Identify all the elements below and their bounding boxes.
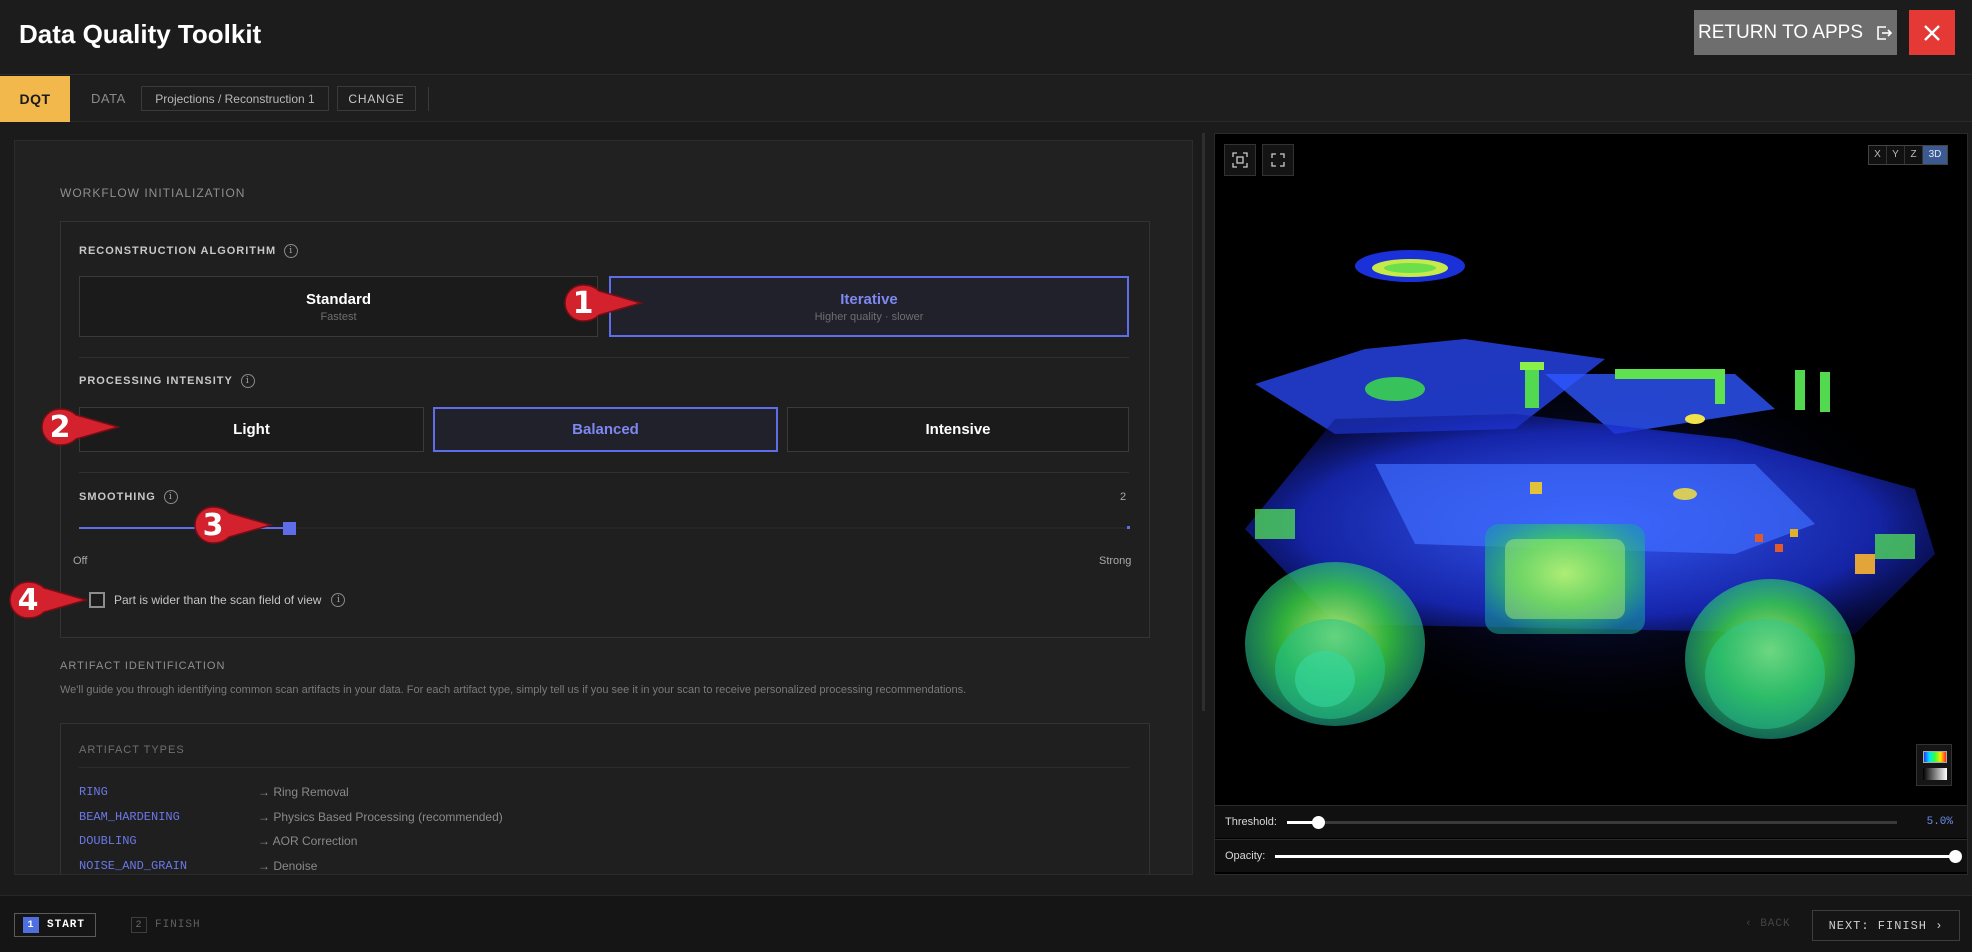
change-dataset-button[interactable]: CHANGE (337, 86, 416, 111)
back-button[interactable]: ‹ BACK (1745, 918, 1791, 930)
step-label: FINISH (155, 919, 201, 931)
artifact-action: → Ring Removal (258, 785, 349, 799)
opacity-slider-track[interactable] (1275, 855, 1955, 858)
algorithm-label-text: RECONSTRUCTION ALGORITHM (79, 245, 277, 257)
option-title: Intensive (925, 421, 991, 438)
tab-data[interactable]: DATA (91, 91, 126, 106)
wide-part-label-row: Part is wider than the scan field of vie… (114, 593, 346, 607)
marker-number: 2 (49, 409, 71, 445)
option-subtitle: Higher quality · slower (814, 310, 924, 323)
artifact-description: We'll guide you through identifying comm… (60, 684, 967, 696)
smoothing-label-text: SMOOTHING (79, 491, 156, 503)
threshold-control: Threshold: 5.0% (1215, 805, 1967, 838)
artifact-section-title: ARTIFACT IDENTIFICATION (60, 660, 226, 672)
intensity-option-light[interactable]: Light (79, 407, 424, 452)
smoothing-slider-handle[interactable] (283, 522, 296, 535)
option-title: Light (233, 421, 270, 438)
algorithm-label: RECONSTRUCTION ALGORITHM i (79, 244, 299, 258)
step-number: 1 (23, 917, 39, 933)
annotation-marker-3: 3 (193, 505, 273, 545)
close-button[interactable] (1909, 10, 1955, 55)
intensity-label: PROCESSING INTENSITY i (79, 374, 255, 388)
info-icon[interactable]: i (331, 593, 346, 607)
option-subtitle: Fastest (320, 310, 357, 323)
panel-splitter[interactable] (1202, 133, 1205, 711)
divider (79, 767, 1129, 768)
artifact-key: BEAM_HARDENING (79, 810, 180, 824)
app-header: Data Quality Toolkit RETURN TO APPS (0, 0, 1972, 75)
marker-number: 4 (17, 582, 39, 618)
opacity-control: Opacity: (1215, 839, 1967, 872)
algorithm-option-iterative[interactable]: Iterative Higher quality · slower (609, 276, 1129, 337)
info-icon[interactable]: i (240, 374, 255, 388)
artifact-action: → AOR Correction (258, 834, 358, 848)
smoothing-value: 2 (1120, 491, 1127, 503)
artifact-action: → Denoise (258, 859, 318, 873)
annotation-marker-2: 2 (40, 407, 120, 447)
smoothing-max-label: Strong (1099, 555, 1132, 567)
step-finish[interactable]: 2 FINISH (123, 913, 211, 937)
threshold-value: 5.0% (1926, 816, 1953, 828)
next-finish-button[interactable]: NEXT: FINISH › (1812, 910, 1960, 941)
volume-viewer[interactable]: X Y Z 3D Threshold: 5.0% Opacity: (1214, 133, 1968, 875)
step-start[interactable]: 1 START (14, 913, 97, 937)
info-icon[interactable]: i (163, 490, 178, 504)
artifact-action: → Physics Based Processing (recommended) (258, 810, 503, 824)
threshold-slider-handle[interactable] (1311, 816, 1325, 829)
artifact-key: DOUBLING (79, 834, 137, 848)
colormap-selector[interactable] (1916, 744, 1952, 786)
intensity-option-balanced[interactable]: Balanced (433, 407, 778, 452)
divider (79, 472, 1129, 473)
step-number: 2 (131, 917, 147, 933)
option-title: Standard (305, 290, 371, 308)
return-label: RETURN TO APPS (1697, 21, 1864, 43)
app-title: Data Quality Toolkit (19, 19, 262, 49)
intensity-option-intensive[interactable]: Intensive (787, 407, 1129, 452)
step-label: START (47, 919, 86, 931)
opacity-label: Opacity: (1225, 850, 1266, 862)
exit-icon (1877, 25, 1893, 40)
option-title: Iterative (840, 290, 898, 308)
smoothing-min-label: Off (73, 555, 88, 567)
grayscale-colormap-icon[interactable] (1923, 768, 1947, 780)
algorithm-option-standard[interactable]: Standard Fastest (79, 276, 598, 337)
intensity-label-text: PROCESSING INTENSITY (79, 375, 233, 387)
smoothing-label: SMOOTHING i (79, 490, 178, 504)
artifact-types-card: ARTIFACT TYPES RING → Ring Removal BEAM_… (60, 723, 1150, 874)
marker-number: 1 (572, 285, 594, 321)
smoothing-slider-end (1127, 526, 1130, 529)
rainbow-colormap-icon[interactable] (1923, 751, 1947, 763)
threshold-label: Threshold: (1225, 816, 1277, 828)
info-icon[interactable]: i (284, 244, 299, 258)
opacity-slider-handle[interactable] (1949, 850, 1962, 863)
wizard-footer: 1 START 2 FINISH ‹ BACK NEXT: FINISH › (0, 895, 1972, 952)
marker-number: 3 (202, 507, 224, 543)
divider (428, 87, 429, 111)
artifact-key: NOISE_AND_GRAIN (79, 859, 188, 873)
wide-part-label[interactable]: Part is wider than the scan field of vie… (114, 593, 321, 607)
close-icon (1924, 24, 1940, 41)
annotation-marker-1: 1 (563, 283, 643, 323)
artifact-key: RING (79, 785, 108, 799)
threshold-slider-track[interactable] (1287, 821, 1897, 824)
annotation-marker-4: 4 (8, 580, 88, 620)
volume-render[interactable] (1215, 134, 1968, 804)
wide-part-checkbox[interactable] (89, 592, 105, 608)
breadcrumb: DQT DATA Projections / Reconstruction 1 … (0, 76, 1972, 122)
workflow-section-title: WORKFLOW INITIALIZATION (60, 186, 246, 200)
artifact-types-title: ARTIFACT TYPES (79, 744, 185, 756)
workflow-panel[interactable]: WORKFLOW INITIALIZATION RECONSTRUCTION A… (14, 140, 1193, 875)
option-title: Balanced (572, 421, 639, 438)
tab-dqt[interactable]: DQT (0, 76, 70, 122)
return-to-apps-button[interactable]: RETURN TO APPS (1694, 10, 1897, 55)
dataset-path: Projections / Reconstruction 1 (141, 86, 329, 111)
divider (79, 357, 1129, 358)
